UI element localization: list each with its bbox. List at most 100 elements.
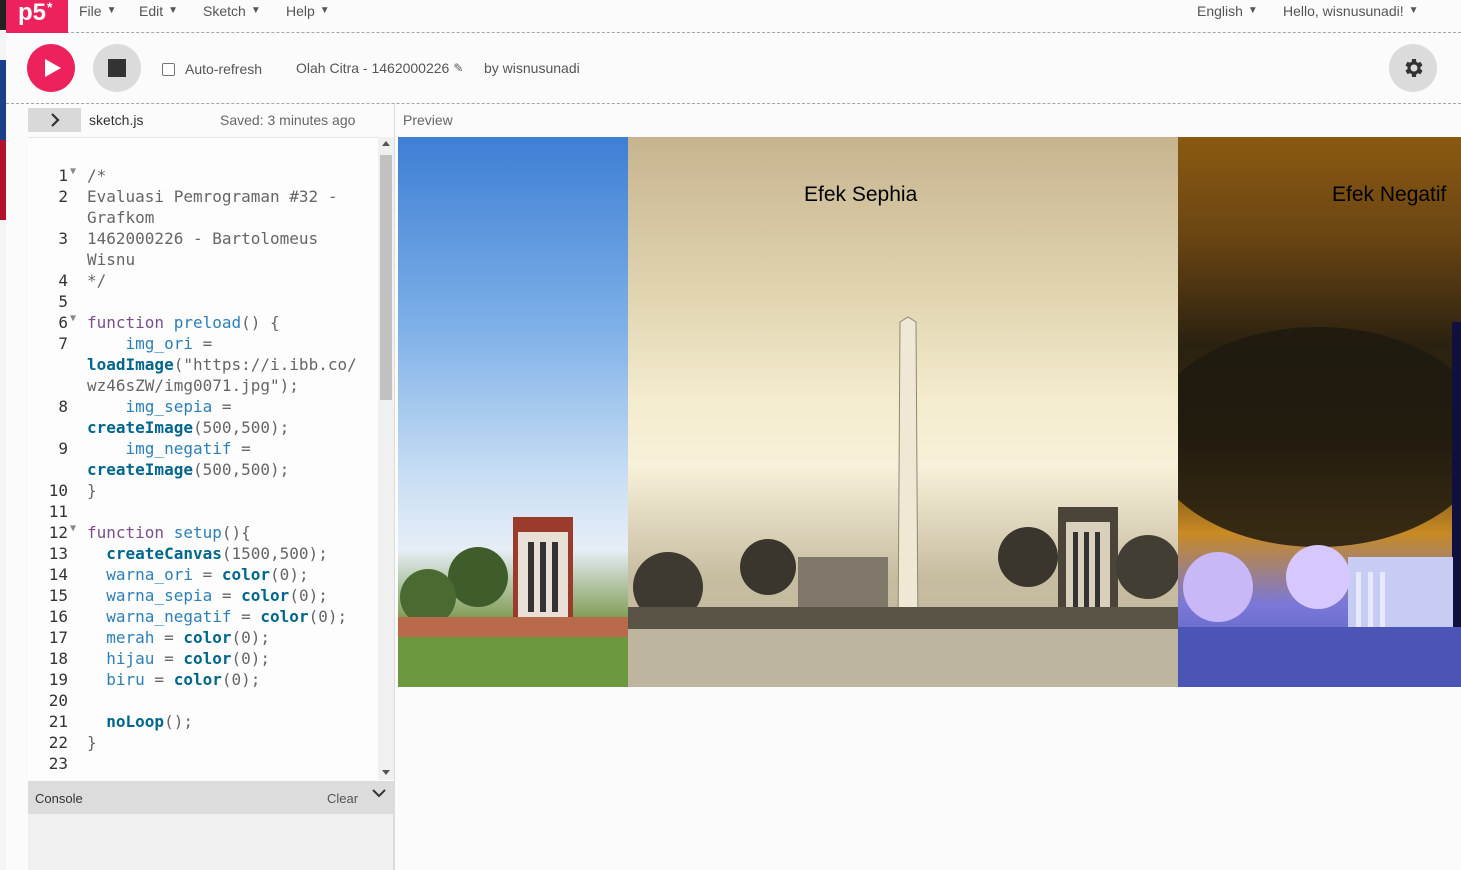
project-name[interactable]: Olah Citra - 1462000226 ✎	[296, 60, 463, 76]
code-line[interactable]: 19 biru = color(0);	[28, 670, 378, 691]
line-number: 1	[58, 166, 68, 185]
code-line[interactable]: Wisnu	[28, 250, 378, 271]
console-clear-button[interactable]: Clear	[327, 791, 358, 806]
code-text: 1462000226 - Bartolomeus	[87, 229, 319, 248]
scroll-down-arrow-icon[interactable]	[382, 770, 390, 775]
sidebar-toggle-button[interactable]	[28, 108, 81, 132]
line-number: 14	[48, 565, 68, 584]
line-number: 12	[48, 523, 68, 542]
project-owner[interactable]: by wisnusunadi	[484, 60, 580, 76]
code-line[interactable]: 8 img_sepia =	[28, 397, 378, 418]
code-text: createImage(500,500);	[87, 418, 290, 437]
auto-refresh-checkbox[interactable]	[162, 62, 175, 76]
code-line[interactable]: 11	[28, 502, 378, 523]
p5-logo[interactable]: p5 *	[6, 0, 68, 33]
pencil-icon[interactable]: ✎	[453, 61, 463, 75]
stop-button[interactable]	[93, 44, 141, 92]
code-line[interactable]: createImage(500,500);	[28, 460, 378, 481]
scroll-thumb[interactable]	[380, 155, 392, 400]
code-line[interactable]: 13 createCanvas(1500,500);	[28, 544, 378, 565]
code-text: loadImage("https://i.ibb.co/	[87, 355, 357, 374]
console-header: Console Clear	[28, 781, 394, 814]
top-nav: p5 * File ▼ Edit ▼ Sketch ▼ Help ▼ English ▼ …	[6, 0, 1461, 33]
line-number: 10	[48, 481, 68, 500]
code-line[interactable]: wz46sZW/img0071.jpg");	[28, 376, 378, 397]
fold-arrow-icon[interactable]: ▼	[70, 523, 76, 534]
menu-sketch[interactable]: Sketch ▼	[203, 0, 261, 22]
pane-divider[interactable]	[394, 104, 395, 870]
code-line[interactable]: 23	[28, 754, 378, 775]
code-line[interactable]: 17 merah = color(0);	[28, 628, 378, 649]
language-label: English	[1197, 3, 1243, 19]
code-line[interactable]: 9 img_negatif =	[28, 439, 378, 460]
menu-help-label: Help	[286, 3, 315, 19]
line-number: 16	[48, 607, 68, 626]
code-line[interactable]: 4 */	[28, 271, 378, 292]
code-line[interactable]: 3 1462000226 - Bartolomeus	[28, 229, 378, 250]
editor-scrollbar[interactable]	[378, 137, 394, 780]
caret-down-icon: ▼	[1247, 5, 1258, 16]
menu-file[interactable]: File ▼	[79, 0, 116, 22]
logo-text: p5	[18, 0, 47, 26]
play-button[interactable]	[27, 44, 75, 92]
code-text: function preload() {	[87, 313, 280, 332]
code-line[interactable]: createImage(500,500);	[28, 418, 378, 439]
code-text: Evaluasi Pemrograman #32 -	[87, 187, 338, 206]
code-line[interactable]: 7 img_ori =	[28, 334, 378, 355]
code-line[interactable]: Grafkom	[28, 208, 378, 229]
toolbar: Auto-refresh Olah Citra - 1462000226 ✎ b…	[6, 33, 1461, 104]
code-editor[interactable]: 1 ▼/* 2 Evaluasi Pemrograman #32 - Grafkom 3 1…	[28, 137, 394, 780]
caret-down-icon: ▼	[168, 5, 179, 16]
file-tab[interactable]: sketch.js	[89, 112, 143, 128]
code-text: wz46sZW/img0071.jpg");	[87, 376, 299, 395]
line-number: 22	[48, 733, 68, 752]
code-line[interactable]: 6 ▼ function preload() {	[28, 313, 378, 334]
console-collapse-button[interactable]	[371, 786, 387, 805]
menu-edit[interactable]: Edit ▼	[139, 0, 178, 22]
fold-arrow-icon[interactable]: ▼	[70, 313, 76, 324]
line-number: 11	[48, 502, 68, 521]
p5-editor-app: p5 * File ▼ Edit ▼ Sketch ▼ Help ▼ English ▼ …	[6, 0, 1461, 870]
caret-down-icon: ▼	[106, 5, 117, 16]
menu-help[interactable]: Help ▼	[286, 0, 330, 22]
code-line[interactable]: 10}	[28, 481, 378, 502]
sepia-image-panel: Efek Sephia	[628, 137, 1178, 687]
code-text: warna_sepia = color(0);	[106, 586, 328, 605]
code-line[interactable]: 18 hijau = color(0);	[28, 649, 378, 670]
code-text: img_negatif =	[125, 439, 251, 458]
caret-down-icon: ▼	[1408, 5, 1419, 16]
code-line[interactable]: 14 warna_ori = color(0);	[28, 565, 378, 586]
code-line[interactable]: 22}	[28, 733, 378, 754]
code-text: Wisnu	[87, 250, 136, 269]
code-line[interactable]: 1 ▼ /*	[28, 166, 378, 187]
original-landscape	[398, 517, 628, 687]
code-line[interactable]: 5	[28, 292, 378, 313]
line-number: 8	[58, 397, 68, 416]
chevron-right-icon	[50, 113, 60, 127]
line-number: 6	[58, 313, 68, 332]
language-menu[interactable]: English ▼	[1197, 0, 1258, 22]
line-number: 19	[48, 670, 68, 689]
code-text: }	[87, 481, 97, 500]
negative-image-panel: Efek Negatif	[1178, 137, 1461, 687]
settings-button[interactable]	[1389, 44, 1437, 92]
code-line[interactable]: 21 noLoop();	[28, 712, 378, 733]
scroll-up-arrow-icon[interactable]	[382, 141, 390, 146]
auto-refresh-toggle[interactable]: Auto-refresh	[162, 61, 262, 77]
preview-label: Preview	[403, 112, 453, 128]
user-menu[interactable]: Hello, wisnusunadi! ▼	[1283, 0, 1419, 22]
code-line[interactable]: 15 warna_sepia = color(0);	[28, 586, 378, 607]
code-line[interactable]: 16 warna_negatif = color(0);	[28, 607, 378, 628]
line-number: 21	[48, 712, 68, 731]
code-line[interactable]: loadImage("https://i.ibb.co/	[28, 355, 378, 376]
code-line[interactable]: 12 ▼ function setup(){	[28, 523, 378, 544]
line-number: 23	[48, 754, 68, 773]
code-line[interactable]: 2 Evaluasi Pemrograman #32 -	[28, 187, 378, 208]
code-text: img_sepia =	[125, 397, 232, 416]
fold-arrow-icon[interactable]: ▼	[70, 166, 76, 177]
negative-scene	[1178, 322, 1461, 687]
code-line[interactable]: 20	[28, 691, 378, 712]
preview-canvas[interactable]: Efek Sephia Efek Negatif	[398, 137, 1461, 687]
sepia-monument-scene	[628, 316, 1178, 687]
logo-asterisk: *	[47, 0, 53, 15]
